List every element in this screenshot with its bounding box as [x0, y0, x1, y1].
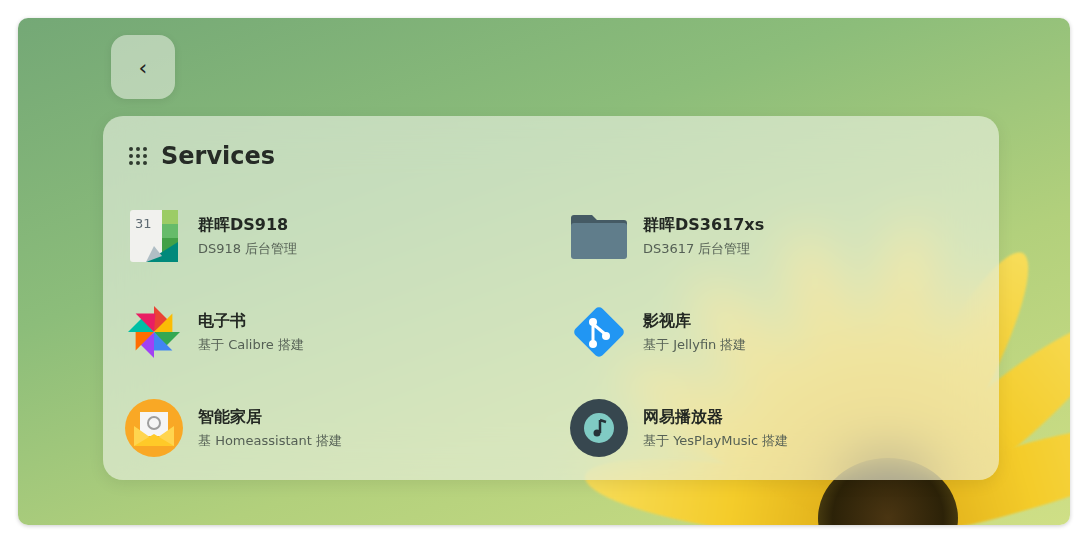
service-item[interactable]: 影视库基于 Jellyfin 搭建 — [569, 284, 978, 380]
card-header: Services — [124, 138, 978, 174]
services-card: Services 31 群晖DS918 DS918 后台管理 群晖DS3617xs DS3… — [103, 116, 999, 480]
service-name: 网易播放器 — [643, 407, 788, 428]
pinwheel-icon — [124, 302, 184, 362]
service-item[interactable]: 电子书基于 Calibre 搭建 — [124, 284, 569, 380]
service-list: 31 群晖DS918 DS918 后台管理 群晖DS3617xs DS3617 后台管理… — [124, 188, 978, 476]
service-name: 影视库 — [643, 311, 746, 332]
service-item[interactable]: 31 群晖DS918 DS918 后台管理 — [124, 188, 569, 284]
service-description: DS3617 后台管理 — [643, 240, 764, 258]
service-description: DS918 后台管理 — [198, 240, 297, 258]
service-item[interactable]: 智能家居基 Homeassistant 搭建 — [124, 380, 569, 476]
svg-text:31: 31 — [135, 216, 152, 231]
service-name: 智能家居 — [198, 407, 342, 428]
service-name: 电子书 — [198, 311, 304, 332]
service-item[interactable]: 网易播放器基于 YesPlayMusic 搭建 — [569, 380, 978, 476]
card-title: Services — [161, 142, 275, 170]
service-description: 基于 YesPlayMusic 搭建 — [643, 432, 788, 450]
grid-icon — [129, 147, 147, 165]
music-disc-icon — [569, 398, 629, 458]
service-item[interactable]: 群晖DS3617xs DS3617 后台管理 — [569, 188, 978, 284]
service-description: 基于 Calibre 搭建 — [198, 336, 304, 354]
desktop: ‹ Services 31 群晖DS918 DS918 后台管理 群晖DS3617xs DS… — [18, 18, 1070, 525]
mail-icon — [124, 398, 184, 458]
service-name: 群晖DS918 — [198, 215, 297, 236]
service-description: 基于 Jellyfin 搭建 — [643, 336, 746, 354]
git-icon — [569, 302, 629, 362]
calendar-icon: 31 — [124, 206, 184, 266]
back-button[interactable]: ‹ — [111, 35, 175, 99]
service-description: 基 Homeassistant 搭建 — [198, 432, 342, 450]
service-name: 群晖DS3617xs — [643, 215, 764, 236]
folder-icon — [569, 206, 629, 266]
